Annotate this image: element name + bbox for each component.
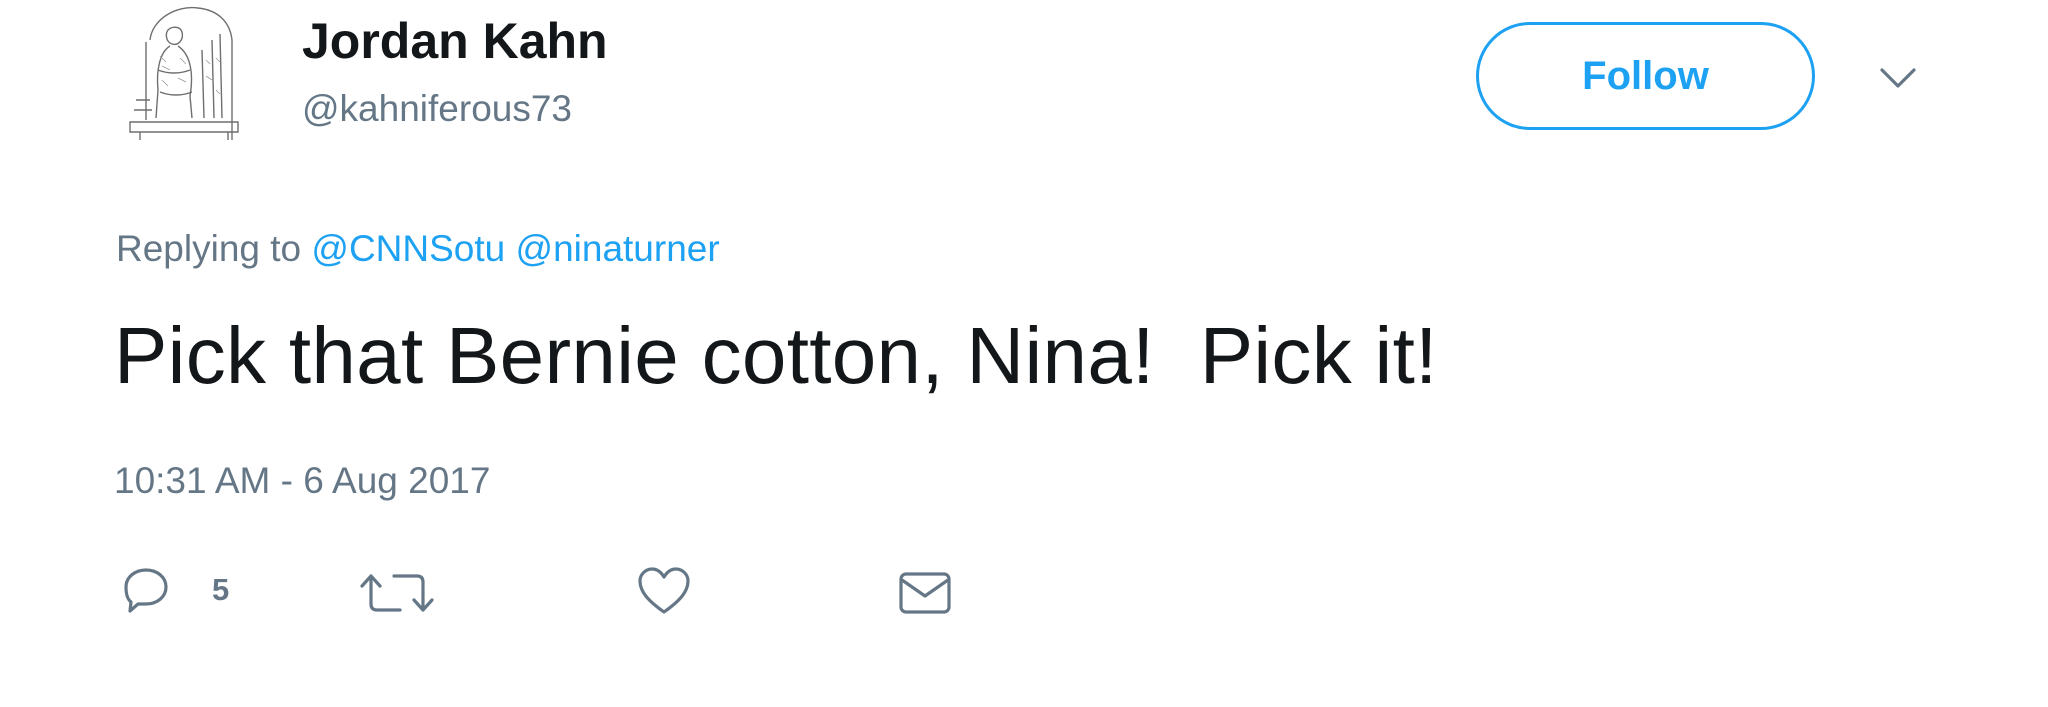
reply-context: Replying to @CNNSotu @ninaturner (116, 228, 720, 270)
tweet-text: Pick that Bernie cotton, Nina! Pick it! (114, 311, 1438, 400)
reply-context-prefix: Replying to (116, 228, 302, 269)
envelope-icon (899, 572, 951, 614)
avatar[interactable] (120, 0, 250, 155)
user-handle[interactable]: @kahniferous73 (302, 88, 572, 130)
reply-icon (124, 568, 168, 613)
statue-sketch-avatar (129, 6, 239, 140)
display-name[interactable]: Jordan Kahn (302, 12, 608, 70)
retweet-button[interactable] (356, 570, 438, 616)
mention-link-ninaturner[interactable]: @ninaturner (516, 228, 720, 269)
tweet-timestamp[interactable]: 10:31 AM - 6 Aug 2017 (114, 460, 490, 502)
tweet-menu-button[interactable] (1876, 62, 1920, 92)
reply-count: 5 (212, 572, 230, 607)
follow-button[interactable]: Follow (1476, 22, 1815, 130)
mention-link-cnnsotu[interactable]: @CNNSotu (311, 228, 505, 269)
like-button[interactable] (637, 566, 691, 616)
direct-message-button[interactable] (898, 570, 952, 616)
chevron-down-icon (1880, 68, 1916, 88)
heart-icon (638, 567, 690, 614)
reply-button[interactable] (122, 566, 170, 614)
retweet-icon (360, 574, 434, 612)
